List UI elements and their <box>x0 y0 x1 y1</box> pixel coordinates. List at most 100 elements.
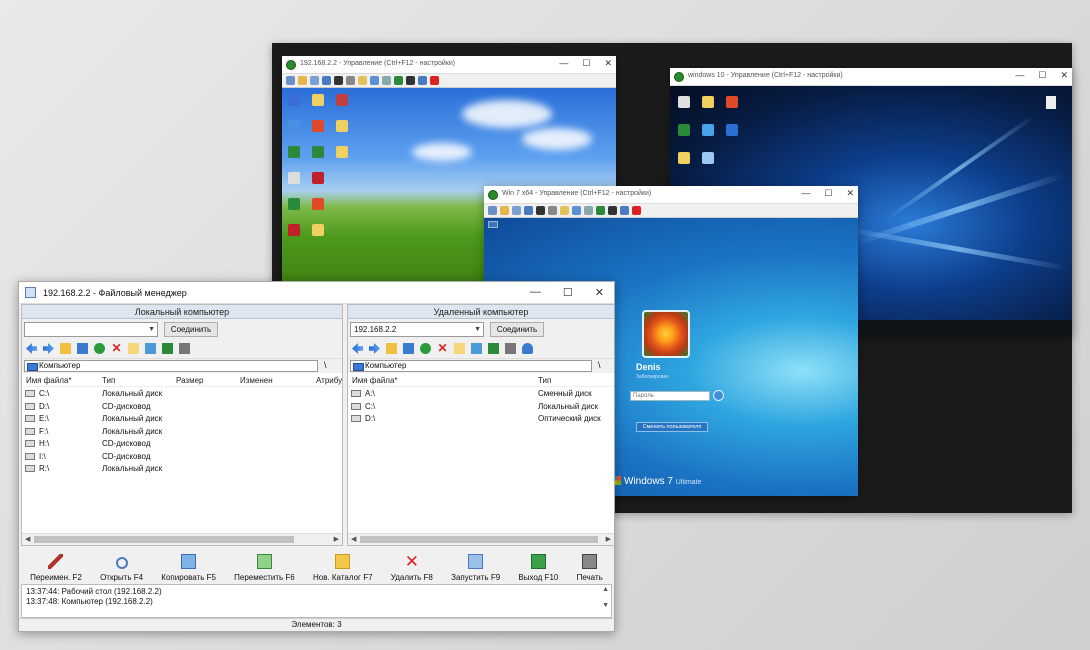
user-icon[interactable] <box>522 343 533 354</box>
delete-icon[interactable]: ✕ <box>437 342 448 354</box>
list-item[interactable]: D:\ CD-дисковод <box>22 400 342 413</box>
toolbar-icon[interactable] <box>524 206 533 215</box>
col-type[interactable]: Тип <box>102 376 115 385</box>
switch-user-button[interactable]: Сменить пользователя <box>636 422 708 432</box>
minimize-button[interactable]: — <box>559 58 568 69</box>
toolbar-icon[interactable] <box>406 76 415 85</box>
home-icon[interactable] <box>162 343 173 354</box>
back-icon[interactable] <box>26 343 37 354</box>
log-scrollbar[interactable]: ▲ ▼ <box>602 586 609 610</box>
toolbar-icon[interactable] <box>608 206 617 215</box>
back-icon[interactable] <box>352 343 363 354</box>
toolbar-icon[interactable] <box>500 206 509 215</box>
list-item[interactable]: R:\ Локальный диск <box>22 462 342 475</box>
local-computer-combo[interactable]: ▼ <box>24 322 158 337</box>
open-button[interactable]: Открыть F4 <box>100 557 143 582</box>
print-icon[interactable] <box>179 343 190 354</box>
toolbar-icon[interactable] <box>382 76 391 85</box>
list-item[interactable]: C:\ Локальный диск <box>22 387 342 400</box>
copy-icon[interactable] <box>471 343 482 354</box>
toolbar-icon[interactable] <box>394 76 403 85</box>
xp-titlebar[interactable]: 192.168.2.2 - Управление (Ctrl+F12 - нас… <box>282 56 616 74</box>
toolbar-icon[interactable] <box>286 76 295 85</box>
toolbar-icon[interactable] <box>560 206 569 215</box>
toolbar-icon[interactable] <box>572 206 581 215</box>
local-hscrollbar[interactable]: ◀ ▶ <box>22 533 342 545</box>
print-icon[interactable] <box>505 343 516 354</box>
folder-icon[interactable] <box>128 343 139 354</box>
toolbar-icon[interactable] <box>334 76 343 85</box>
refresh-icon[interactable] <box>94 343 105 354</box>
list-item[interactable]: C:\ Локальный диск <box>348 400 614 413</box>
close-button[interactable]: ✕ <box>595 286 604 299</box>
minimize-button[interactable]: — <box>530 286 541 299</box>
col-name[interactable]: Имя файла* <box>352 376 398 385</box>
print-button[interactable]: Печать <box>577 554 603 582</box>
folder-up-icon[interactable] <box>60 343 71 354</box>
scroll-right-icon[interactable]: ▶ <box>334 535 339 543</box>
toolbar-icon[interactable] <box>322 76 331 85</box>
computer-icon[interactable] <box>77 343 88 354</box>
scroll-thumb[interactable] <box>34 536 294 543</box>
copy-icon[interactable] <box>145 343 156 354</box>
fm-titlebar[interactable]: 192.168.2.2 - Файловый менеджер — ☐ ✕ <box>19 282 614 304</box>
exit-button[interactable]: Выход F10 <box>518 554 558 582</box>
close-session-icon[interactable] <box>632 206 641 215</box>
move-button[interactable]: Переместить F6 <box>234 554 295 582</box>
copy-button[interactable]: Копировать F5 <box>161 554 216 582</box>
toolbar-icon[interactable] <box>596 206 605 215</box>
list-item[interactable]: E:\ Локальный диск <box>22 412 342 425</box>
list-item[interactable]: I:\ CD-дисковод <box>22 450 342 463</box>
toolbar-icon[interactable] <box>298 76 307 85</box>
close-button[interactable]: ✕ <box>846 188 854 199</box>
toolbar-icon[interactable] <box>418 76 427 85</box>
forward-icon[interactable] <box>369 343 380 354</box>
col-type[interactable]: Тип <box>538 376 551 385</box>
rename-button[interactable]: Переимен. F2 <box>30 554 82 582</box>
maximize-button[interactable]: ☐ <box>1038 70 1046 81</box>
user-avatar[interactable] <box>642 310 690 358</box>
toolbar-icon[interactable] <box>548 206 557 215</box>
close-button[interactable]: ✕ <box>1060 70 1068 81</box>
local-connect-button[interactable]: Соединить <box>164 322 218 337</box>
scroll-left-icon[interactable]: ◀ <box>25 535 30 543</box>
remote-hscrollbar[interactable]: ◀ ▶ <box>348 533 614 545</box>
win7-titlebar[interactable]: Win 7 x64 - Управление (Ctrl+F12 - настр… <box>484 186 858 204</box>
col-attributes[interactable]: Атрибу <box>316 376 342 385</box>
close-button[interactable]: ✕ <box>604 58 612 69</box>
toolbar-icon[interactable] <box>346 76 355 85</box>
list-item[interactable]: F:\ Локальный диск <box>22 425 342 438</box>
maximize-button[interactable]: ☐ <box>824 188 832 199</box>
maximize-button[interactable]: ☐ <box>563 286 573 299</box>
list-item[interactable]: D:\ Оптический диск <box>348 412 614 425</box>
toolbar-icon[interactable] <box>370 76 379 85</box>
home-icon[interactable] <box>488 343 499 354</box>
scroll-left-icon[interactable]: ◀ <box>351 535 356 543</box>
computer-icon[interactable] <box>403 343 414 354</box>
delete-button[interactable]: ✕ Удалить F8 <box>391 553 433 582</box>
col-name[interactable]: Имя файла* <box>26 376 72 385</box>
remote-computer-combo[interactable]: 192.168.2.2 ▼ <box>350 322 484 337</box>
remote-connect-button[interactable]: Соединить <box>490 322 544 337</box>
scroll-thumb[interactable] <box>360 536 598 543</box>
toolbar-icon[interactable] <box>536 206 545 215</box>
col-modified[interactable]: Изменен <box>240 376 273 385</box>
delete-icon[interactable]: ✕ <box>111 342 122 354</box>
toolbar-icon[interactable] <box>488 206 497 215</box>
file-manager-window[interactable]: 192.168.2.2 - Файловый менеджер — ☐ ✕ Ло… <box>18 281 615 632</box>
password-field[interactable]: Пароль <box>630 391 710 401</box>
minimize-button[interactable]: — <box>1015 70 1024 81</box>
list-item[interactable]: A:\ Сменный диск <box>348 387 614 400</box>
scroll-right-icon[interactable]: ▶ <box>606 535 611 543</box>
minimize-button[interactable]: — <box>801 188 810 199</box>
local-path-field[interactable]: Компьютер <box>24 360 318 372</box>
folder-icon[interactable] <box>454 343 465 354</box>
col-size[interactable]: Размер <box>176 376 204 385</box>
toolbar-icon[interactable] <box>358 76 367 85</box>
remote-path-field[interactable]: Компьютер <box>350 360 592 372</box>
toolbar-icon[interactable] <box>310 76 319 85</box>
new-folder-button[interactable]: Нов. Каталог F7 <box>313 554 373 582</box>
login-arrow-button[interactable] <box>713 390 724 401</box>
list-item[interactable]: H:\ CD-дисковод <box>22 437 342 450</box>
win10-titlebar[interactable]: windows 10 - Управление (Ctrl+F12 - наст… <box>670 68 1072 86</box>
